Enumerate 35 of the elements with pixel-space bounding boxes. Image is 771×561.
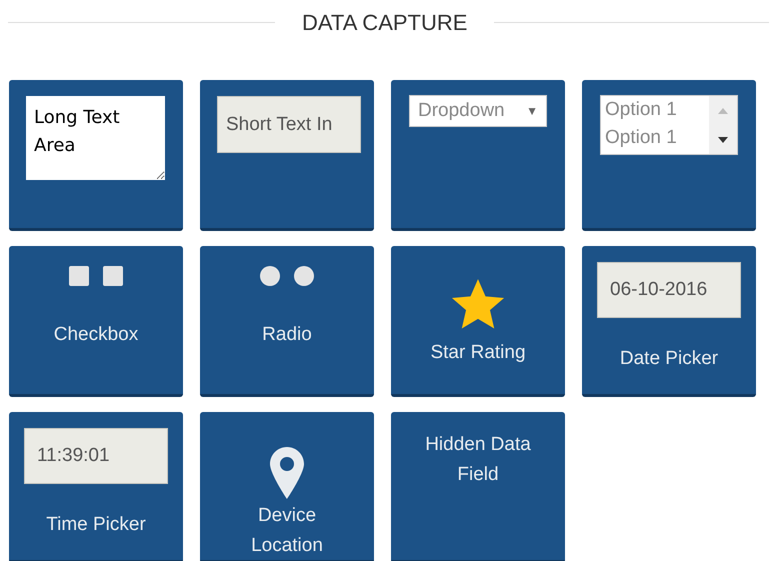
scroll-up-icon[interactable] [718, 108, 728, 114]
list-option[interactable]: Option 1 [605, 96, 705, 124]
checkbox-icon [69, 266, 89, 286]
field-type-tile[interactable]: Star Rating [391, 246, 565, 397]
list-option[interactable]: Option 1 [605, 124, 705, 152]
dropdown[interactable]: Dropdown ▼ [409, 95, 547, 127]
scroll-down-icon[interactable] [718, 136, 728, 142]
scroll-bar[interactable] [709, 96, 737, 154]
tile-label: Device Location [250, 504, 324, 558]
section-heading: DATA CAPTURE [301, 8, 468, 36]
tile-label: Date Picker [618, 348, 720, 369]
text-input[interactable]: Short Text In [217, 96, 361, 153]
field-type-tile[interactable]: Dropdown ▼ [391, 80, 565, 231]
tile-label: Radio [261, 324, 313, 345]
field-type-tile[interactable]: 06-10-2016 Date Picker [582, 246, 756, 397]
list-box[interactable]: Option 1 Option 1 [600, 95, 738, 155]
field-type-tile[interactable]: Option 1 Option 1 [582, 80, 756, 231]
field-type-tile[interactable]: Radio [200, 246, 374, 397]
radio-icon [294, 266, 314, 286]
tile-label: Time Picker [45, 514, 147, 535]
field-type-tile[interactable]: 11:39:01 Time Picker [9, 412, 183, 561]
text-area[interactable]: Long Text Area [26, 96, 165, 180]
field-type-tile[interactable]: Long Text Area [9, 80, 183, 231]
field-type-tile[interactable]: Hidden Data Field [391, 412, 565, 561]
tile-label: Checkbox [52, 324, 140, 345]
field-type-tile[interactable]: Device Location [200, 412, 374, 561]
location-pin-icon [270, 447, 304, 499]
checkbox-icon [103, 266, 123, 286]
tile-label: Star Rating [429, 342, 527, 363]
field-type-tile[interactable]: Checkbox [9, 246, 183, 397]
radio-icon [260, 266, 280, 286]
time-field[interactable]: 11:39:01 [24, 428, 168, 484]
tile-label: Hidden Data Field [424, 433, 532, 487]
date-field[interactable]: 06-10-2016 [597, 262, 741, 318]
field-type-tile[interactable]: Short Text In [200, 80, 374, 231]
